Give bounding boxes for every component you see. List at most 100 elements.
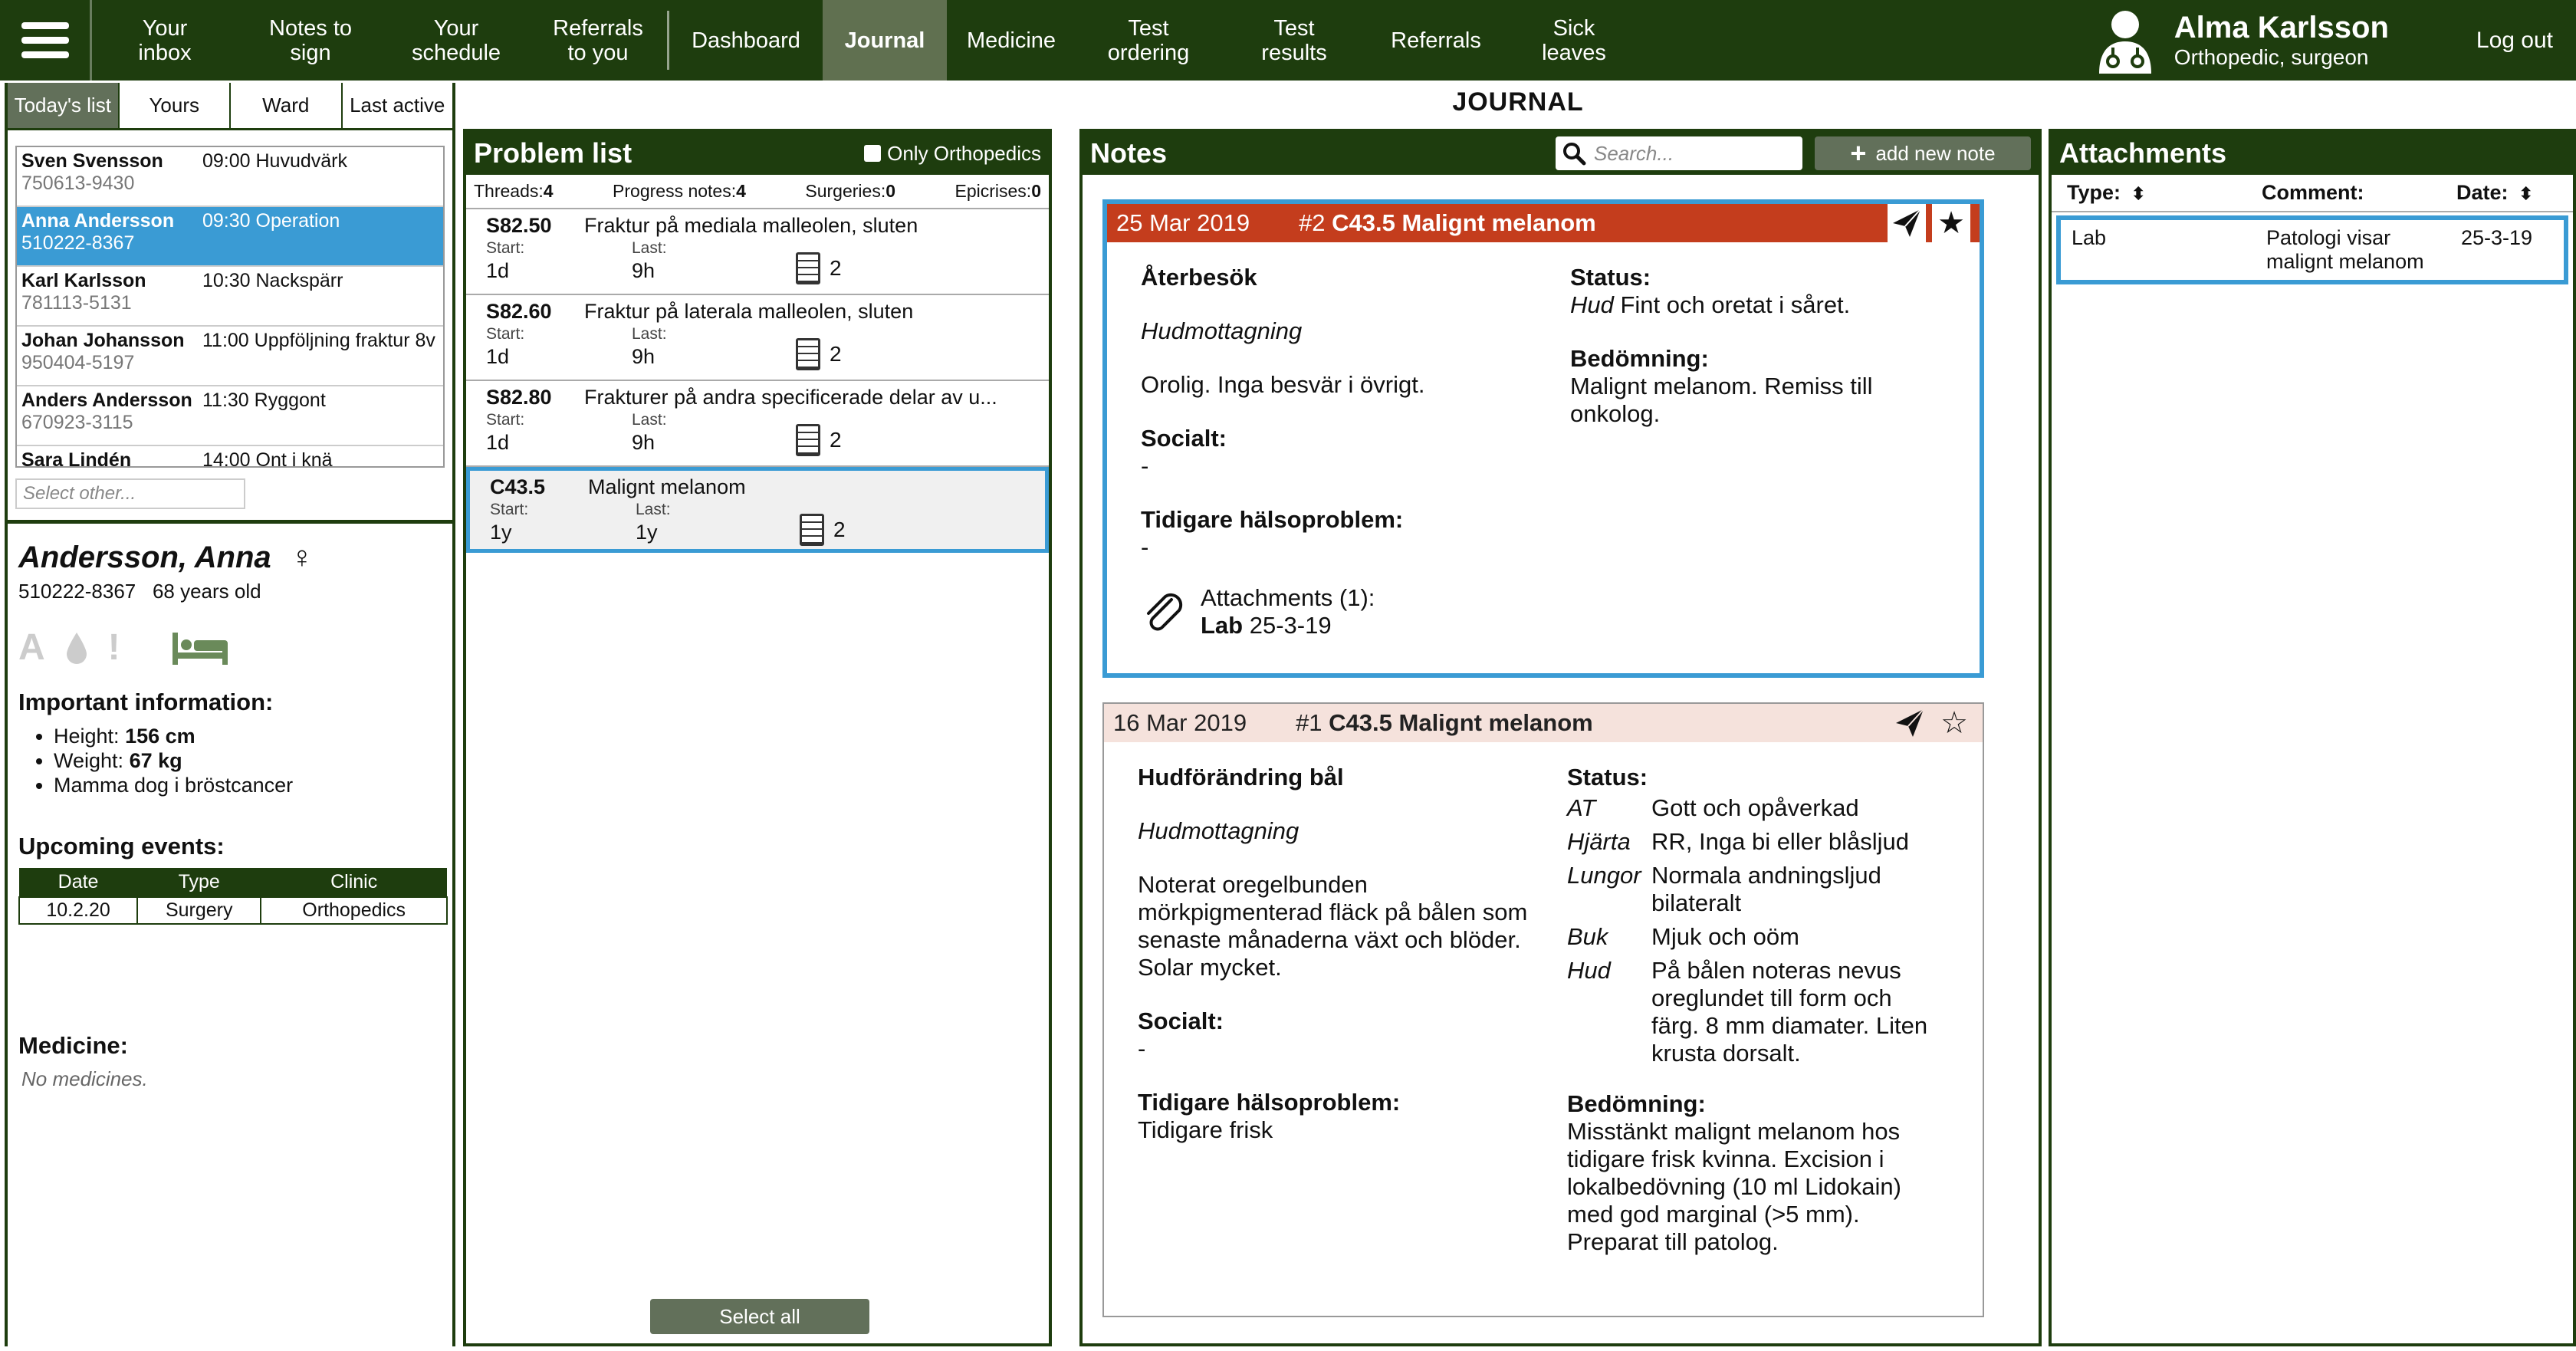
patient-number: 750613-9430 (21, 173, 135, 194)
col-type[interactable]: Type: ⬍ (2067, 181, 2262, 205)
note-text: Orolig. Inga besvär i övrigt. (1141, 371, 1425, 398)
status-value: På bålen noteras nevus oreglundet till f… (1651, 957, 1928, 1067)
patient-appointment: 11:30 Ryggont (202, 390, 326, 411)
attachment-row-selected[interactable]: Lab Patologi visar malignt melanom 25-3-… (2056, 215, 2568, 284)
notes-count: 2 (830, 342, 842, 366)
nav-referrals[interactable]: Referrals (1367, 0, 1505, 81)
problem-start: 1y (490, 521, 512, 544)
select-all-button[interactable]: Select all (650, 1299, 869, 1334)
nav-your-schedule[interactable]: Your schedule (383, 0, 529, 81)
add-new-note-label: add new note (1875, 141, 1996, 165)
nav-test-ordering[interactable]: Test ordering (1076, 0, 1221, 81)
nav-notes-to-sign[interactable]: Notes to sign (238, 0, 383, 81)
status-key: Hjärta (1567, 828, 1631, 855)
patient-name: Johan Johansson (21, 330, 185, 351)
tab-last-active[interactable]: Last active (343, 83, 453, 128)
info-family-history: Mamma dog i bröstcancer (54, 773, 442, 797)
nav-journal[interactable]: Journal (823, 0, 947, 81)
problem-row[interactable]: S82.60 Fraktur på laterala malleolen, slu… (466, 295, 1049, 381)
patient-appointment: 09:00 Huvudvärk (202, 150, 348, 172)
problem-row-selected[interactable]: C43.5 Malignt melanom Start: Last: 1y 1y 2 (466, 467, 1049, 553)
logout-link[interactable]: Log out (2476, 28, 2553, 54)
nav-your-inbox[interactable]: Your inbox (92, 0, 238, 81)
notes-panel: Notes Search... + add new note 25 Mar 20… (1079, 129, 2042, 1346)
patient-row[interactable]: Sven Svensson 09:00 Huvudvärk 750613-9430 (17, 147, 443, 207)
blood-drop-icon (66, 632, 87, 664)
send-icon[interactable] (1891, 704, 1929, 742)
previous-problems-value: - (1141, 534, 1149, 560)
patient-appointment: 09:30 Operation (202, 210, 340, 232)
note-card[interactable]: 16 Mar 2019 #1 C43.5 Malignt melanom ☆ H… (1102, 702, 1984, 1317)
sort-icon[interactable]: ⬍ (2131, 184, 2145, 204)
search-input[interactable]: Search... (1556, 136, 1802, 170)
problem-start: 1d (486, 345, 510, 368)
document-icon (796, 252, 820, 284)
last-label: Last: (632, 411, 667, 429)
assessment-value: Malignt melanom. Remiss till onkolog. (1570, 373, 1873, 427)
tab-todays-list[interactable]: Today's list (8, 83, 120, 128)
patient-row[interactable]: Johan Johansson 11:00 Uppföljning fraktur… (17, 327, 443, 386)
col-comment[interactable]: Comment: (2262, 181, 2456, 205)
nav-test-results[interactable]: Test results (1221, 0, 1367, 81)
patient-list: Sven Svensson 09:00 Huvudvärk 750613-9430… (15, 146, 445, 468)
previous-problems-label: Tidigare hälsoproblem: (1138, 1089, 1401, 1116)
note-header: 25 Mar 2019 #2 C43.5 Malignt melanom ★ (1107, 204, 1980, 242)
star-filled-icon[interactable]: ★ (1932, 204, 1970, 242)
social-value: - (1138, 1035, 1146, 1062)
col-date[interactable]: Date: ⬍ (2456, 181, 2533, 205)
patient-name: Sven Svensson (21, 150, 163, 172)
plus-icon: + (1850, 137, 1867, 169)
only-orthopedics-toggle[interactable]: Only Orthopedics (864, 142, 1041, 166)
nav-dashboard[interactable]: Dashboard (669, 0, 823, 81)
problem-row[interactable]: S82.50 Fraktur på mediala malleolen, slut… (466, 209, 1049, 295)
only-orthopedics-checkbox[interactable] (864, 145, 882, 162)
assessment-value: Misstänkt malignt melanom hos tidigare f… (1567, 1118, 1901, 1255)
divider (8, 520, 452, 524)
add-new-note-button[interactable]: + add new note (1815, 136, 2031, 170)
previous-problems-value: Tidigare frisk (1138, 1116, 1273, 1143)
attachment-type: Lab (2072, 226, 2107, 249)
medicine-title: Medicine: (18, 1032, 128, 1059)
sort-icon[interactable]: ⬍ (2519, 184, 2533, 204)
problem-code: S82.50 (486, 214, 552, 237)
note-card-selected[interactable]: 25 Mar 2019 #2 C43.5 Malignt melanom ★ Å… (1102, 199, 1984, 678)
only-orthopedics-label: Only Orthopedics (887, 141, 1041, 165)
note-date: 25 Mar 2019 (1116, 209, 1250, 236)
send-icon[interactable] (1888, 204, 1926, 242)
important-info-title: Important information: (18, 689, 274, 715)
patient-row[interactable]: Karl Karlsson 10:30 Nackspärr 781113-5131 (17, 267, 443, 327)
patient-age: 68 years old (152, 580, 261, 603)
patient-row[interactable]: Anders Andersson 11:30 Ryggont 670923-311… (17, 386, 443, 446)
status-value: Normala andningsljud bilateralt (1651, 862, 1881, 916)
patient-row[interactable]: Sara Lindén 14:00 Ont i knä (17, 446, 443, 466)
threads-count: Threads:4 (474, 181, 554, 201)
nav-sick-leaves[interactable]: Sick leaves (1505, 0, 1643, 81)
select-other-input[interactable]: Select other... (15, 478, 245, 509)
note-clinic: Hudmottagning (1141, 317, 1303, 344)
table-row[interactable]: 10.2.20 Surgery Orthopedics (18, 896, 448, 925)
nav-medicine[interactable]: Medicine (947, 0, 1076, 81)
notes-count: 2 (833, 518, 846, 541)
status-key: AT (1567, 794, 1596, 821)
problem-row[interactable]: S82.80 Frakturer på andra specificerade d… (466, 381, 1049, 467)
patient-sidebar: Today's list Yours Ward Last active Sven… (5, 83, 455, 1346)
patient-status-icons: A ! (18, 626, 442, 669)
nav-referrals-to-you[interactable]: Referrals to you (529, 0, 667, 81)
tab-yours[interactable]: Yours (120, 83, 231, 128)
menu-icon[interactable] (0, 0, 92, 81)
bed-icon (172, 632, 228, 665)
star-outline-icon[interactable]: ☆ (1935, 704, 1973, 742)
attachment-date: 25-3-19 (2461, 226, 2533, 249)
attachment-comment: Patologi visar malignt melanom (2266, 226, 2424, 273)
tab-ward[interactable]: Ward (231, 83, 343, 128)
patient-row-selected[interactable]: Anna Andersson 09:30 Operation 510222-836… (17, 207, 443, 267)
info-height: Height: 156 cm (54, 724, 442, 748)
document-icon (800, 514, 824, 546)
status-value: Mjuk och oöm (1651, 923, 1799, 950)
attachment-entry: Lab 25-3-19 (1201, 612, 1332, 639)
note-body: Återbesök Hudmottagning Orolig. Inga bes… (1107, 242, 1980, 655)
note-body: Hudförändring bål Hudmottagning Noterat … (1104, 742, 1983, 1271)
user-info: Alma Karlsson Orthopedic, surgeon Log ou… (2095, 0, 2576, 81)
notes-count: 2 (830, 256, 842, 280)
note-attachments[interactable]: Attachments (1): Lab 25-3-19 (1141, 584, 1570, 639)
